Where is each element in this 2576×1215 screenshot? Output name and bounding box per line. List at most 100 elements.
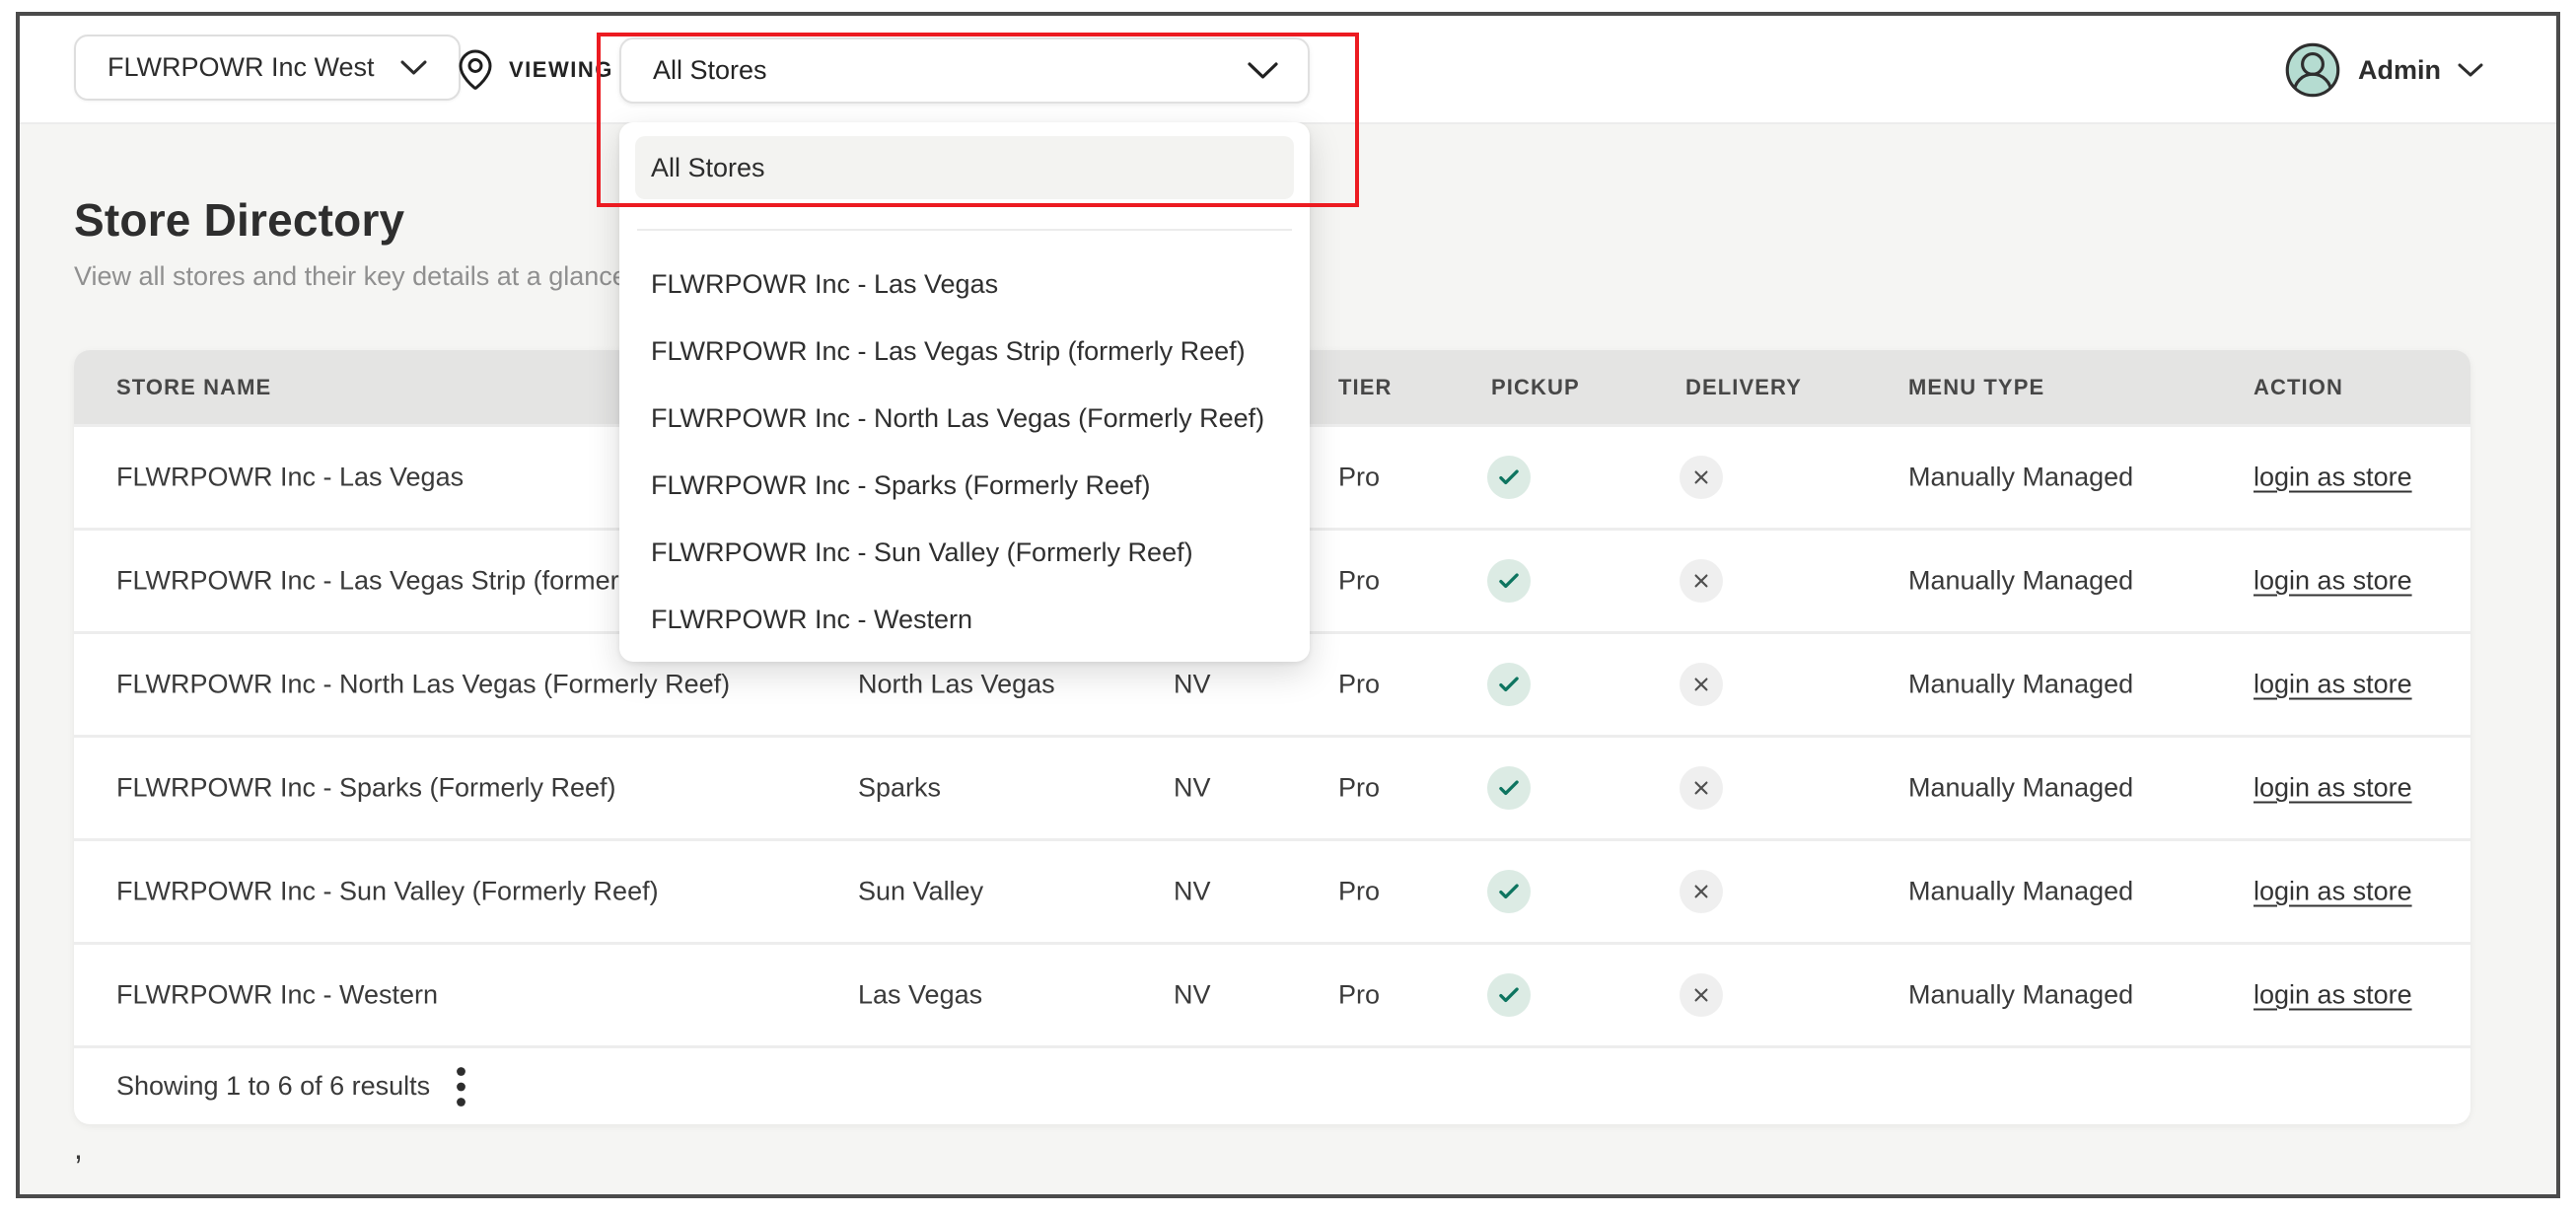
location-pin-icon (456, 48, 495, 92)
cell-delivery (1680, 870, 1723, 913)
cell-delivery (1680, 663, 1723, 706)
cell-store-name: FLWRPOWR Inc - Western (116, 980, 438, 1011)
cell-state: NV (1174, 877, 1211, 907)
x-icon (1680, 663, 1723, 706)
cell-pickup (1487, 559, 1531, 603)
dropdown-option[interactable]: FLWRPOWR Inc - Sparks (Formerly Reef) (619, 452, 1310, 519)
cell-city: Sun Valley (858, 877, 983, 907)
cell-action: login as store (2254, 566, 2412, 597)
login-as-store-link[interactable]: login as store (2254, 566, 2412, 596)
cell-delivery (1680, 973, 1723, 1017)
cell-pickup (1487, 663, 1531, 706)
cell-city: Las Vegas (858, 980, 982, 1011)
viewing-indicator: VIEWING (456, 16, 613, 124)
check-icon (1487, 973, 1531, 1017)
column-header: ACTION (2254, 375, 2343, 400)
cell-tier: Pro (1338, 877, 1380, 907)
app-window: FLWRPOWR Inc West VIEWING All Stores (16, 12, 2560, 1198)
x-icon (1680, 870, 1723, 913)
cell-tier: Pro (1338, 773, 1380, 804)
store-selector-value: All Stores (653, 55, 767, 86)
cell-tier: Pro (1338, 980, 1380, 1011)
cell-menu-type: Manually Managed (1908, 463, 2133, 493)
cell-store-name: FLWRPOWR Inc - North Las Vegas (Formerly… (116, 670, 730, 700)
store-selector[interactable]: All Stores (619, 37, 1310, 104)
dropdown-options-list: FLWRPOWR Inc - Las Vegas FLWRPOWR Inc - … (619, 250, 1310, 653)
user-menu[interactable]: Admin (2284, 16, 2483, 124)
dropdown-option[interactable]: FLWRPOWR Inc - Las Vegas Strip (formerly… (619, 318, 1310, 385)
table-row: FLWRPOWR Inc - Sparks (Formerly Reef) Sp… (74, 735, 2470, 838)
cell-state: NV (1174, 773, 1211, 804)
chevron-down-icon (2458, 63, 2483, 78)
column-header: STORE NAME (116, 375, 271, 400)
check-icon (1487, 766, 1531, 810)
dropdown-option[interactable]: FLWRPOWR Inc - Sun Valley (Formerly Reef… (619, 519, 1310, 586)
cell-action: login as store (2254, 877, 2412, 907)
table-row: FLWRPOWR Inc - Sun Valley (Formerly Reef… (74, 838, 2470, 942)
check-icon (1487, 870, 1531, 913)
column-header: MENU TYPE (1908, 375, 2044, 400)
cell-store-name: FLWRPOWR Inc - Sparks (Formerly Reef) (116, 773, 616, 804)
user-menu-label: Admin (2358, 55, 2441, 86)
check-icon (1487, 456, 1531, 499)
cell-menu-type: Manually Managed (1908, 773, 2133, 804)
cell-pickup (1487, 973, 1531, 1017)
results-summary: Showing 1 to 6 of 6 results (116, 1071, 430, 1102)
login-as-store-link[interactable]: login as store (2254, 670, 2412, 699)
stray-text: , (74, 1130, 83, 1167)
chevron-down-icon (1248, 62, 1278, 80)
store-dropdown-menu: All Stores FLWRPOWR Inc - Las Vegas FLWR… (619, 122, 1310, 662)
dropdown-option[interactable]: FLWRPOWR Inc - North Las Vegas (Formerly… (619, 385, 1310, 452)
check-icon (1487, 663, 1531, 706)
cell-action: login as store (2254, 463, 2412, 493)
dropdown-divider (637, 229, 1292, 231)
cell-delivery (1680, 559, 1723, 603)
viewing-label: VIEWING (509, 57, 613, 83)
org-selector[interactable]: FLWRPOWR Inc West (74, 35, 461, 101)
cell-menu-type: Manually Managed (1908, 980, 2133, 1011)
cell-action: login as store (2254, 670, 2412, 700)
column-header: PICKUP (1491, 375, 1580, 400)
cell-tier: Pro (1338, 566, 1380, 597)
dropdown-option[interactable]: FLWRPOWR Inc - Las Vegas (619, 250, 1310, 318)
table-footer: Showing 1 to 6 of 6 results (74, 1045, 2470, 1124)
cell-delivery (1680, 766, 1723, 810)
chevron-down-icon (400, 60, 427, 76)
cell-pickup (1487, 766, 1531, 810)
cell-action: login as store (2254, 980, 2412, 1011)
cell-pickup (1487, 456, 1531, 499)
cell-action: login as store (2254, 773, 2412, 804)
dropdown-option[interactable]: FLWRPOWR Inc - Western (619, 586, 1310, 653)
org-selector-label: FLWRPOWR Inc West (107, 52, 375, 83)
table-row: FLWRPOWR Inc - Western Las Vegas NV Pro … (74, 942, 2470, 1045)
page-title: Store Directory (74, 193, 627, 247)
x-icon (1680, 766, 1723, 810)
column-header: TIER (1338, 375, 1393, 400)
kebab-menu-icon[interactable] (452, 1062, 470, 1111)
page-subtitle: View all stores and their key details at… (74, 261, 627, 292)
cell-store-name: FLWRPOWR Inc - Sun Valley (Formerly Reef… (116, 877, 659, 907)
cell-menu-type: Manually Managed (1908, 670, 2133, 700)
login-as-store-link[interactable]: login as store (2254, 773, 2412, 803)
column-header: DELIVERY (1685, 375, 1802, 400)
cell-store-name: FLWRPOWR Inc - Las Vegas (116, 463, 464, 493)
cell-tier: Pro (1338, 670, 1380, 700)
page-head: Store Directory View all stores and thei… (74, 193, 627, 292)
login-as-store-link[interactable]: login as store (2254, 877, 2412, 906)
cell-state: NV (1174, 980, 1211, 1011)
cell-menu-type: Manually Managed (1908, 566, 2133, 597)
x-icon (1680, 559, 1723, 603)
cell-city: North Las Vegas (858, 670, 1055, 700)
topbar: FLWRPOWR Inc West VIEWING All Stores (20, 16, 2556, 124)
cell-pickup (1487, 870, 1531, 913)
dropdown-option-all-stores[interactable]: All Stores (635, 136, 1294, 199)
cell-tier: Pro (1338, 463, 1380, 493)
cell-delivery (1680, 456, 1723, 499)
cell-city: Sparks (858, 773, 941, 804)
x-icon (1680, 973, 1723, 1017)
check-icon (1487, 559, 1531, 603)
login-as-store-link[interactable]: login as store (2254, 980, 2412, 1010)
cell-menu-type: Manually Managed (1908, 877, 2133, 907)
login-as-store-link[interactable]: login as store (2254, 463, 2412, 492)
avatar (2284, 41, 2341, 99)
